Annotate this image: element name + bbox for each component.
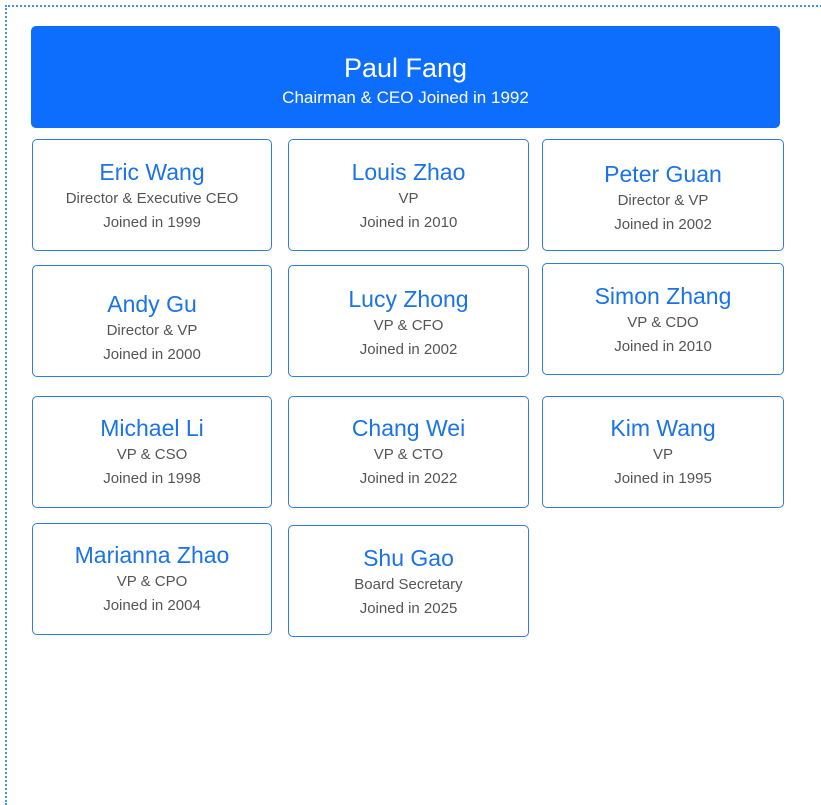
member-title: VP & CPO	[116, 573, 188, 590]
ceo-role: Chairman & CEO Joined in 1992	[282, 88, 529, 107]
member-name: Shu Gao	[363, 545, 454, 571]
member-title: Director & Executive CEO	[65, 190, 239, 207]
member-joined: Joined in 2002	[359, 341, 458, 358]
member-card-louis-zhao[interactable]: Louis Zhao VP Joined in 2010	[288, 139, 529, 251]
member-joined: Joined in 1995	[614, 470, 712, 487]
member-name: Simon Zhang	[594, 283, 732, 309]
member-card-peter-guan[interactable]: Peter Guan Director & VP Joined in 2002	[542, 139, 784, 251]
member-card-shu-gao[interactable]: Shu Gao Board Secretary Joined in 2025	[288, 525, 529, 637]
member-card-marianna-zhao[interactable]: Marianna Zhao VP & CPO Joined in 2004	[32, 523, 272, 635]
member-name: Lucy Zhong	[348, 286, 469, 312]
member-name: Michael Li	[100, 415, 204, 441]
member-title: VP & CDO	[627, 314, 699, 331]
member-title: VP	[652, 446, 673, 463]
member-name: Eric Wang	[99, 159, 205, 185]
member-joined: Joined in 1999	[103, 214, 201, 231]
member-title: Director & VP	[617, 192, 709, 209]
member-joined: Joined in 2025	[359, 600, 458, 617]
member-joined: Joined in 2022	[359, 470, 458, 487]
member-card-michael-li[interactable]: Michael Li VP & CSO Joined in 1998	[32, 396, 272, 508]
member-card-eric-wang[interactable]: Eric Wang Director & Executive CEO Joine…	[32, 139, 272, 251]
member-joined: Joined in 1998	[103, 470, 201, 487]
member-name: Kim Wang	[610, 415, 716, 441]
member-title: VP & CTO	[373, 446, 444, 463]
member-joined: Joined in 2002	[614, 216, 712, 233]
member-name: Chang Wei	[351, 415, 466, 441]
member-card-chang-wei[interactable]: Chang Wei VP & CTO Joined in 2022	[288, 396, 529, 508]
member-card-lucy-zhong[interactable]: Lucy Zhong VP & CFO Joined in 2002	[288, 265, 529, 377]
member-joined: Joined in 2010	[614, 338, 712, 355]
member-card-andy-gu[interactable]: Andy Gu Director & VP Joined in 2000	[32, 265, 272, 377]
ceo-name: Paul Fang	[343, 53, 468, 83]
member-title: VP	[398, 190, 419, 207]
member-joined: Joined in 2010	[359, 214, 458, 231]
member-name: Andy Gu	[107, 291, 197, 317]
member-name: Peter Guan	[604, 161, 722, 187]
member-joined: Joined in 2000	[103, 346, 201, 363]
member-name: Louis Zhao	[351, 159, 466, 185]
member-card-kim-wang[interactable]: Kim Wang VP Joined in 1995	[542, 396, 784, 508]
member-title: Board Secretary	[354, 576, 463, 593]
ceo-box[interactable]: Paul Fang Chairman & CEO Joined in 1992	[31, 26, 780, 128]
member-name: Marianna Zhao	[74, 542, 230, 568]
member-title: VP & CSO	[116, 446, 188, 463]
member-title: Director & VP	[106, 322, 198, 339]
member-title: VP & CFO	[373, 317, 444, 334]
member-joined: Joined in 2004	[103, 597, 201, 614]
member-card-simon-zhang[interactable]: Simon Zhang VP & CDO Joined in 2010	[542, 263, 784, 375]
